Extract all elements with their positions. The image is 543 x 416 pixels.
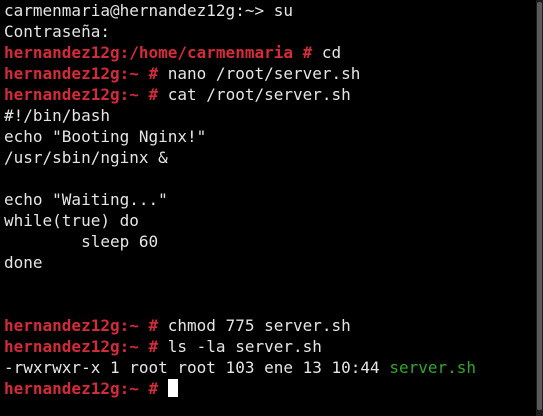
terminal-line: hernandez12g:~ # chmod 775 server.sh xyxy=(4,315,536,336)
command-text: ls -la server.sh xyxy=(167,337,322,356)
terminal-line: #!/bin/bash xyxy=(4,105,536,126)
output-text: while(true) do xyxy=(4,211,139,230)
terminal-line: echo "Booting Nginx!" xyxy=(4,126,536,147)
vertical-scrollbar[interactable] xyxy=(536,0,543,416)
terminal-line: /usr/sbin/nginx & xyxy=(4,147,536,168)
terminal-line: hernandez12g:~ # xyxy=(4,378,536,399)
command-text: cd xyxy=(321,43,342,62)
output-text: sleep 60 xyxy=(4,232,159,251)
terminal-line: done xyxy=(4,252,536,273)
shell-prompt: hernandez12g:~ # xyxy=(4,379,168,398)
output-text: /usr/sbin/nginx & xyxy=(4,148,168,167)
line-text: Contraseña: xyxy=(4,22,110,41)
command-text: chmod 775 server.sh xyxy=(167,316,351,335)
terminal-line: echo "Waiting..." xyxy=(4,189,536,210)
terminal-line: hernandez12g:~ # ls -la server.sh xyxy=(4,336,536,357)
terminal-line: hernandez12g:~ # nano /root/server.sh xyxy=(4,63,536,84)
command-text: cat /root/server.sh xyxy=(167,85,351,104)
terminal-line: Contraseña: xyxy=(4,21,536,42)
terminal-line: hernandez12g:/home/carmenmaria # cd xyxy=(4,42,536,63)
shell-prompt: hernandez12g:~ # xyxy=(4,85,168,104)
shell-prompt: hernandez12g:~ # xyxy=(4,316,168,335)
shell-prompt: hernandez12g:~ # xyxy=(4,337,168,356)
terminal-line: sleep 60 xyxy=(4,231,536,252)
line-text: carmenmaria@hernandez12g:~> su xyxy=(4,1,293,20)
shell-prompt: hernandez12g:/home/carmenmaria # xyxy=(4,43,322,62)
terminal-window[interactable]: carmenmaria@hernandez12g:~> su Contraseñ… xyxy=(0,0,536,416)
output-text: done xyxy=(4,253,43,272)
text-cursor[interactable] xyxy=(167,379,178,397)
output-text: echo "Waiting..." xyxy=(4,190,168,209)
output-text: #!/bin/bash xyxy=(4,106,110,125)
output-text: -rwxrwxr-x 1 root root 103 ene 13 10:44 xyxy=(4,358,390,377)
executable-filename: server.sh xyxy=(389,358,477,377)
output-text: echo "Booting Nginx!" xyxy=(4,127,207,146)
shell-prompt: hernandez12g:~ # xyxy=(4,64,168,83)
scrollbar-thumb[interactable] xyxy=(537,2,542,410)
terminal-line: hernandez12g:~ # cat /root/server.sh xyxy=(4,84,536,105)
terminal-line: carmenmaria@hernandez12g:~> su xyxy=(4,0,536,21)
terminal-line: while(true) do xyxy=(4,210,536,231)
terminal-line: -rwxrwxr-x 1 root root 103 ene 13 10:44 … xyxy=(4,357,536,378)
command-text: nano /root/server.sh xyxy=(167,64,361,83)
